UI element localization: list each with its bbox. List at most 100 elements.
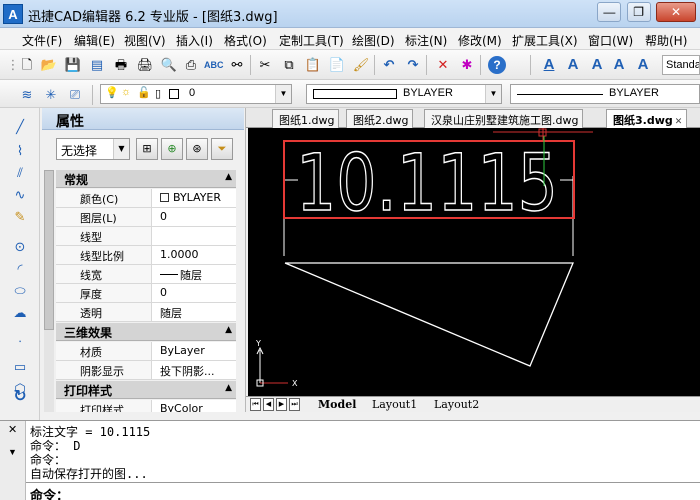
layout-tab-layout2[interactable]: Layout2 — [430, 397, 483, 412]
property-row[interactable]: 厚度 0 — [56, 284, 236, 303]
collapse-icon[interactable]: ▲ — [225, 325, 232, 335]
ellipse-icon[interactable]: ⬭ — [11, 282, 29, 300]
layer-select[interactable]: 💡 ☼ 🔓 ▯ 0 ▼ — [100, 84, 292, 104]
collapse-icon[interactable]: ▲ — [225, 172, 232, 182]
redo-icon[interactable]: ↷ — [404, 56, 422, 74]
purge-icon[interactable]: ✱ — [458, 56, 476, 74]
undo-icon[interactable]: ↶ — [380, 56, 398, 74]
multiline-icon[interactable]: ⫽ — [11, 164, 29, 182]
close-button[interactable]: ✕ — [656, 2, 696, 22]
properties-scrollbar[interactable] — [44, 170, 54, 412]
multiline-text-icon[interactable]: A — [588, 56, 606, 74]
property-value: 投下阴影... — [160, 365, 215, 378]
section-plot-style[interactable]: 打印样式 ▲ — [56, 381, 236, 399]
menu-insert[interactable]: 插入(I) — [176, 32, 213, 49]
command-input[interactable]: 命令： — [26, 482, 700, 500]
menu-extensions[interactable]: 扩展工具(X) — [512, 32, 578, 49]
text-style-icon[interactable]: A — [540, 56, 558, 74]
match-properties-icon[interactable]: 🖌 — [352, 56, 370, 74]
text-format-icon[interactable]: A — [634, 56, 652, 74]
line-icon[interactable]: ╱ — [11, 118, 29, 136]
previous-layout-icon[interactable]: ◀ — [263, 398, 274, 411]
tab-drawing1[interactable]: 图纸1.dwg — [272, 109, 340, 128]
menu-window[interactable]: 窗口(W) — [588, 32, 633, 49]
open-folder-icon[interactable]: 📂 — [40, 56, 58, 74]
close-icon[interactable]: ✕ — [8, 423, 17, 436]
next-layout-icon[interactable]: ▶ — [276, 398, 287, 411]
chevron-down-icon[interactable]: ▼ — [8, 447, 17, 457]
find-file-icon[interactable]: 🔍 — [160, 56, 178, 74]
minimize-button[interactable]: — — [597, 2, 622, 22]
last-layout-icon[interactable]: ⏭ — [289, 398, 300, 411]
layer-state-icon[interactable]: ✳ — [42, 86, 60, 104]
menu-file[interactable]: 文件(F) — [22, 32, 62, 49]
tab-drawing2[interactable]: 图纸2.dwg — [346, 109, 414, 128]
binoculars-icon[interactable]: ⚯ — [228, 56, 246, 74]
select-objects-icon[interactable]: ⊕ — [161, 138, 183, 160]
section-general[interactable]: 常规 ▲ — [56, 170, 236, 188]
filter-icon[interactable]: ⏷ — [211, 138, 233, 160]
publish-icon[interactable]: ⎙ — [182, 56, 200, 74]
rectangle-icon[interactable]: ▭ — [11, 358, 29, 376]
property-label: 透明 — [56, 303, 152, 321]
quick-select-icon[interactable]: ⊛ — [186, 138, 208, 160]
menu-help[interactable]: 帮助(H) — [645, 32, 687, 49]
layer-previous-icon[interactable]: ⎚ — [66, 86, 84, 104]
property-row[interactable]: 颜色(C) BYLAYER — [56, 189, 236, 208]
menu-dimension[interactable]: 标注(N) — [405, 32, 447, 49]
sketch-icon[interactable]: ✎ — [11, 208, 29, 226]
close-tab-icon[interactable]: ✕ — [675, 117, 683, 127]
revision-cloud-icon[interactable]: ☁ — [11, 304, 29, 322]
new-file-icon[interactable]: 🗋 — [18, 56, 36, 74]
tab-drawing3[interactable]: 图纸3.dwg ✕ — [606, 109, 688, 128]
polyline-icon[interactable]: ⌇ — [11, 142, 29, 160]
toggle-pickadd-icon[interactable]: ⊞ — [136, 138, 158, 160]
single-text-icon[interactable]: A — [564, 56, 582, 74]
layer-manager-icon[interactable]: ≋ — [18, 86, 36, 104]
property-row[interactable]: 材质 ByLayer — [56, 342, 236, 361]
arc-icon[interactable]: ◜ — [11, 260, 29, 278]
collapse-icon[interactable]: ▲ — [225, 383, 232, 393]
property-row[interactable]: 透明 随层 — [56, 303, 236, 322]
menu-tools[interactable]: 定制工具(T) — [279, 32, 344, 49]
save-icon[interactable]: 💾 — [64, 56, 82, 74]
linetype-select[interactable]: BYLAYER — [510, 84, 700, 104]
edit-text-icon[interactable]: A — [610, 56, 628, 74]
scrollbar-thumb[interactable] — [44, 170, 54, 330]
refresh-icon[interactable]: ↻ — [11, 388, 29, 406]
text-style-field[interactable]: Standard — [662, 55, 700, 75]
menu-view[interactable]: 视图(V) — [124, 32, 166, 49]
tab-villa-construction[interactable]: 汉泉山庄别墅建筑施工图.dwg — [424, 109, 584, 128]
paste-icon[interactable]: 📋 — [304, 56, 322, 74]
paste-special-icon[interactable]: 📄 — [328, 56, 346, 74]
cut-icon[interactable]: ✂ — [256, 56, 274, 74]
drawing-canvas[interactable]: 10.1115 Y X — [248, 128, 700, 396]
spline-icon[interactable]: ∿ — [11, 186, 29, 204]
menu-draw[interactable]: 绘图(D) — [352, 32, 395, 49]
property-row[interactable]: 打印样式 ByColor — [56, 400, 236, 412]
delete-icon[interactable]: ✕ — [434, 56, 452, 74]
menu-edit[interactable]: 编辑(E) — [74, 32, 115, 49]
save-all-icon[interactable]: ▤ — [88, 56, 106, 74]
spellcheck-icon[interactable]: ABC — [204, 56, 224, 74]
print-preview-icon[interactable]: 🖨 — [136, 56, 154, 74]
property-row[interactable]: 线型 — [56, 227, 236, 246]
print-icon[interactable]: 🖶 — [112, 56, 130, 74]
property-row[interactable]: 线宽 随层 — [56, 265, 236, 284]
property-row[interactable]: 线型比例 1.0000 — [56, 246, 236, 265]
property-row[interactable]: 图层(L) 0 — [56, 208, 236, 227]
color-select[interactable]: BYLAYER ▼ — [306, 84, 502, 104]
copy-icon[interactable]: ⧉ — [280, 56, 298, 74]
circle-icon[interactable]: ⊙ — [11, 238, 29, 256]
layout-tab-model[interactable]: Model — [314, 397, 360, 412]
layout-tab-layout1[interactable]: Layout1 — [368, 397, 421, 412]
first-layout-icon[interactable]: ⏮ — [250, 398, 261, 411]
help-icon[interactable]: ? — [488, 56, 506, 74]
section-3d-effects[interactable]: 三维效果 ▲ — [56, 323, 236, 341]
selection-select[interactable]: 无选择 ▼ — [56, 138, 130, 160]
property-row[interactable]: 阴影显示 投下阴影... — [56, 361, 236, 380]
maximize-button[interactable]: ❐ — [626, 2, 651, 22]
menu-modify[interactable]: 修改(M) — [458, 32, 502, 49]
menu-format[interactable]: 格式(O) — [224, 32, 267, 49]
point-icon[interactable]: ∙ — [11, 332, 29, 350]
